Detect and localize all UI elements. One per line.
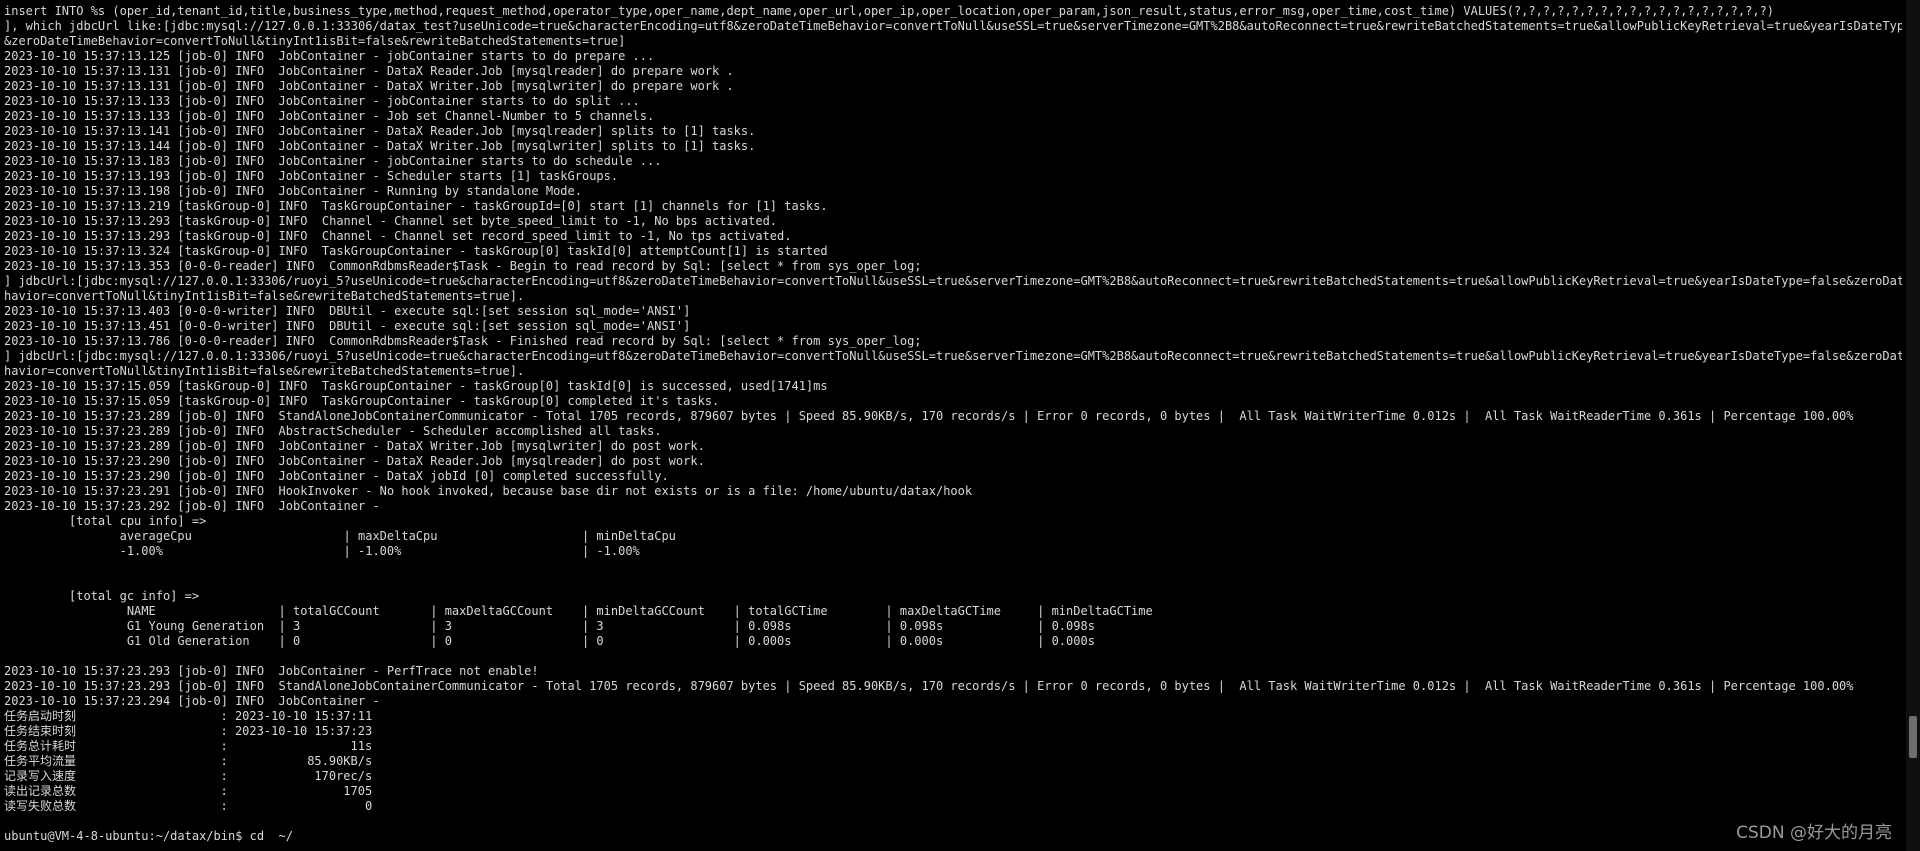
log-line: 2023-10-10 15:37:15.059 [taskGroup-0] IN… [4,379,828,393]
log-line: 2023-10-10 15:37:13.786 [0-0-0-reader] I… [4,334,922,348]
log-line: 2023-10-10 15:37:13.131 [job-0] INFO Job… [4,79,734,93]
log-line: ] jdbcUrl:[jdbc:mysql://127.0.0.1:33306/… [4,349,1902,363]
log-line: 2023-10-10 15:37:13.133 [job-0] INFO Job… [4,94,640,108]
log-line: 2023-10-10 15:37:23.289 [job-0] INFO Job… [4,439,705,453]
shell-prompt-line[interactable]: ubuntu@VM-4-8-ubuntu:~/datax/bin$ cd ~/ [4,829,1902,844]
log-line: [total gc info] => [4,589,200,603]
log-line: 2023-10-10 15:37:13.219 [taskGroup-0] IN… [4,199,828,213]
log-line: ], which jdbcUrl like:[jdbc:mysql://127.… [4,19,1902,33]
log-line: 2023-10-10 15:37:23.290 [job-0] INFO Job… [4,454,705,468]
log-line: 2023-10-10 15:37:13.451 [0-0-0-writer] I… [4,319,691,333]
log-line: 2023-10-10 15:37:23.293 [job-0] INFO Sta… [4,679,1854,693]
log-line: 2023-10-10 15:37:15.059 [taskGroup-0] IN… [4,394,720,408]
log-line: 记录写入速度 : 170rec/s [4,769,373,783]
log-line: [total cpu info] => [4,514,207,528]
csdn-watermark: CSDN @好大的月亮 [1736,823,1892,843]
log-line: 读出记录总数 : 1705 [4,784,373,798]
log-line: havior=convertToNull&tinyInt1isBit=false… [4,364,525,378]
log-line: 2023-10-10 15:37:13.125 [job-0] INFO Job… [4,49,655,63]
log-line: insert INTO %s (oper_id,tenant_id,title,… [4,4,1775,18]
log-line: 任务平均流量 : 85.90KB/s [4,754,373,768]
log-line: 2023-10-10 15:37:23.294 [job-0] INFO Job… [4,694,380,708]
log-line: 2023-10-10 15:37:13.293 [taskGroup-0] IN… [4,229,792,243]
log-line: 任务总计耗时 : 11s [4,739,373,753]
vertical-scrollbar[interactable] [1906,0,1920,851]
log-line: 2023-10-10 15:37:13.144 [job-0] INFO Job… [4,139,756,153]
log-line: NAME | totalGCCount | maxDeltaGCCount | … [4,604,1153,618]
log-line: 2023-10-10 15:37:13.324 [taskGroup-0] IN… [4,244,828,258]
log-line: 2023-10-10 15:37:23.290 [job-0] INFO Job… [4,469,669,483]
log-line: 读写失败总数 : 0 [4,799,373,813]
log-line: 2023-10-10 15:37:13.131 [job-0] INFO Job… [4,64,734,78]
log-line: -1.00% | -1.00% | -1.00% [4,544,640,558]
terminal-output: insert INTO %s (oper_id,tenant_id,title,… [4,4,1902,844]
scrollbar-thumb[interactable] [1909,716,1917,758]
log-line: 2023-10-10 15:37:13.193 [job-0] INFO Job… [4,169,619,183]
log-line: havior=convertToNull&tinyInt1isBit=false… [4,289,525,303]
terminal-window[interactable]: insert INTO %s (oper_id,tenant_id,title,… [0,0,1906,851]
log-line: 2023-10-10 15:37:13.353 [0-0-0-reader] I… [4,259,922,273]
log-line: 2023-10-10 15:37:13.403 [0-0-0-writer] I… [4,304,691,318]
log-line: ] jdbcUrl:[jdbc:mysql://127.0.0.1:33306/… [4,274,1902,288]
log-line: 2023-10-10 15:37:23.292 [job-0] INFO Job… [4,499,380,513]
log-line: 2023-10-10 15:37:23.293 [job-0] INFO Job… [4,664,539,678]
log-line: G1 Old Generation | 0 | 0 | 0 | 0.000s |… [4,634,1095,648]
log-line: 任务结束时刻 : 2023-10-10 15:37:23 [4,724,373,738]
log-line: 2023-10-10 15:37:13.133 [job-0] INFO Job… [4,109,655,123]
log-line: 2023-10-10 15:37:23.289 [job-0] INFO Abs… [4,424,662,438]
log-line: 2023-10-10 15:37:13.198 [job-0] INFO Job… [4,184,582,198]
log-line: averageCpu | maxDeltaCpu | minDeltaCpu [4,529,676,543]
log-line: 2023-10-10 15:37:13.293 [taskGroup-0] IN… [4,214,778,228]
log-line: G1 Young Generation | 3 | 3 | 3 | 0.098s… [4,619,1095,633]
log-line: 2023-10-10 15:37:23.291 [job-0] INFO Hoo… [4,484,973,498]
log-line: &zeroDateTimeBehavior=convertToNull&tiny… [4,34,626,48]
log-line: 2023-10-10 15:37:13.183 [job-0] INFO Job… [4,154,662,168]
log-line: 2023-10-10 15:37:13.141 [job-0] INFO Job… [4,124,756,138]
log-line: 任务启动时刻 : 2023-10-10 15:37:11 [4,709,373,723]
log-line: 2023-10-10 15:37:23.289 [job-0] INFO Sta… [4,409,1854,423]
